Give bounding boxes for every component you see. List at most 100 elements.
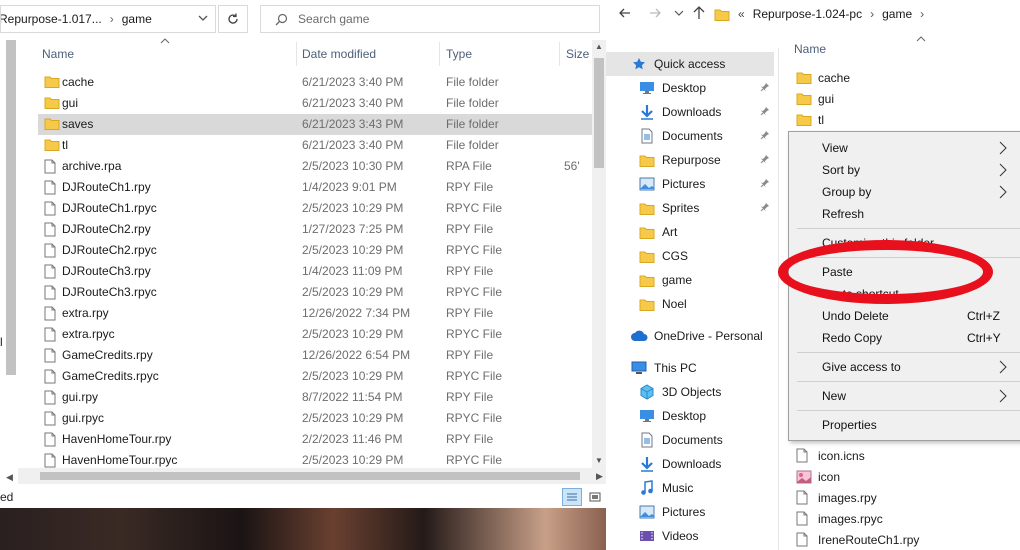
nav-item[interactable]: Documents [606, 428, 774, 452]
file-row[interactable]: icon [796, 466, 840, 487]
nav-item[interactable]: 3D Objects [606, 380, 774, 404]
nav-item[interactable]: CGS [606, 244, 774, 268]
file-row[interactable]: DJRouteCh3.rpy 1/4/2023 11:09 PM RPY File [38, 261, 593, 282]
file-icon [796, 490, 812, 506]
forward-button[interactable] [648, 6, 662, 20]
file-date: 6/21/2023 3:40 PM [302, 75, 404, 89]
nav-pane-divider[interactable] [778, 48, 779, 550]
left-scroll-thumb[interactable] [6, 40, 16, 375]
column-header-name[interactable]: Name [42, 44, 74, 64]
file-row[interactable]: DJRouteCh1.rpyc 2/5/2023 10:29 PM RPYC Fil… [38, 198, 593, 219]
chevron-down-icon[interactable] [197, 12, 209, 24]
menu-item-view[interactable]: View [789, 137, 1020, 159]
up-button[interactable] [692, 5, 706, 21]
nav-item[interactable]: Desktop [606, 404, 774, 428]
file-row[interactable]: cache 6/21/2023 3:40 PM File folder [38, 72, 593, 93]
file-row[interactable]: DJRouteCh2.rpyc 2/5/2023 10:29 PM RPYC Fil… [38, 240, 593, 261]
address-part-2[interactable]: game [122, 12, 152, 26]
column-divider[interactable] [439, 42, 440, 66]
file-row[interactable]: HavenHomeTour.rpy 2/2/2023 11:46 PM RPY Fi… [38, 429, 593, 450]
chevron-right-icon [999, 185, 1007, 199]
file-row[interactable]: extra.rpy 12/26/2022 7:34 PM RPY File [38, 303, 593, 324]
file-row[interactable]: images.rpy [796, 487, 877, 508]
nav-item[interactable]: Desktop [606, 76, 774, 100]
file-row[interactable]: DJRouteCh1.rpy 1/4/2023 9:01 PM RPY File [38, 177, 593, 198]
menu-item-properties[interactable]: Properties [789, 414, 1020, 436]
menu-shortcut: Ctrl+Z [967, 309, 1000, 323]
file-row[interactable]: gui.rpyc 2/5/2023 10:29 PM RPYC File [38, 408, 593, 429]
file-row[interactable]: icon.icns [796, 445, 865, 466]
scroll-down-arrow[interactable]: ▼ [595, 456, 603, 465]
breadcrumb-item[interactable]: Repurpose-1.024-pc [753, 7, 862, 21]
file-row[interactable]: gui [796, 88, 834, 109]
search-box[interactable]: Search game [260, 5, 600, 33]
file-row[interactable]: saves 6/21/2023 3:43 PM File folder [38, 114, 593, 135]
nav-item[interactable]: Art [606, 220, 774, 244]
file-row[interactable]: DJRouteCh2.rpy 1/27/2023 7:25 PM RPY File [38, 219, 593, 240]
file-row[interactable]: IreneRouteCh1.rpy [796, 529, 919, 550]
file-type: File folder [446, 96, 499, 110]
file-row[interactable]: tl 6/21/2023 3:40 PM File folder [38, 135, 593, 156]
nav-item[interactable]: Repurpose [606, 148, 774, 172]
menu-item-redo-copy[interactable]: Redo Copy Ctrl+Y [789, 327, 1020, 349]
column-divider[interactable] [559, 42, 560, 66]
address-bar[interactable]: Repurpose-1.017... › game [0, 5, 216, 33]
menu-item-undo-delete[interactable]: Undo Delete Ctrl+Z [789, 305, 1020, 327]
file-row[interactable]: tl [796, 109, 824, 130]
file-name: saves [62, 117, 94, 131]
file-row[interactable]: gui.rpy 8/7/2022 11:54 PM RPY File [38, 387, 593, 408]
address-part-1[interactable]: Repurpose-1.017... [1, 12, 102, 26]
scroll-left-arrow[interactable]: ◀ [6, 472, 13, 483]
breadcrumb-separator[interactable]: › [920, 7, 924, 21]
file-row[interactable]: cache [796, 67, 850, 88]
nav-item[interactable]: Downloads [606, 452, 774, 476]
column-header-name[interactable]: Name [794, 42, 826, 56]
refresh-button[interactable] [218, 5, 248, 33]
column-divider[interactable] [296, 42, 297, 66]
breadcrumb-overflow[interactable]: « [738, 7, 745, 21]
nav-item[interactable]: Downloads [606, 100, 774, 124]
breadcrumb-item[interactable]: game [882, 7, 912, 21]
menu-item-new[interactable]: New [789, 385, 1020, 407]
nav-item[interactable]: Videos [606, 524, 774, 548]
nav-item[interactable]: game [606, 268, 774, 292]
file-row[interactable]: extra.rpyc 2/5/2023 10:29 PM RPYC File [38, 324, 593, 345]
breadcrumb-separator[interactable]: › [870, 7, 874, 21]
file-row[interactable]: DJRouteCh3.rpyc 2/5/2023 10:29 PM RPYC Fil… [38, 282, 593, 303]
column-header-type[interactable]: Type [446, 44, 472, 64]
vertical-scroll-thumb[interactable] [594, 58, 604, 168]
file-row[interactable]: gui 6/21/2023 3:40 PM File folder [38, 93, 593, 114]
menu-item-group-by[interactable]: Group by [789, 181, 1020, 203]
column-header-size[interactable]: Size [566, 44, 589, 64]
nav-item[interactable]: Music [606, 476, 774, 500]
recent-locations-button[interactable] [674, 9, 684, 17]
menu-label: Properties [822, 418, 877, 432]
file-size [564, 282, 594, 303]
file-date: 6/21/2023 3:40 PM [302, 138, 404, 152]
nav-item[interactable]: OneDrive - Personal [606, 324, 774, 348]
menu-item-sort-by[interactable]: Sort by [789, 159, 1020, 181]
back-button[interactable] [618, 6, 632, 20]
file-size [564, 177, 594, 198]
horizontal-scroll-thumb[interactable] [40, 472, 580, 480]
nav-item[interactable]: Noel [606, 292, 774, 316]
nav-item[interactable]: Sprites [606, 196, 774, 220]
breadcrumb[interactable]: « Repurpose-1.024-pc › game › [714, 0, 932, 28]
column-header-date[interactable]: Date modified [302, 44, 376, 64]
file-row[interactable]: GameCredits.rpyc 2/5/2023 10:29 PM RPYC Fi… [38, 366, 593, 387]
menu-item-give-access[interactable]: Give access to [789, 356, 1020, 378]
nav-item[interactable]: Documents [606, 124, 774, 148]
nav-item[interactable]: This PC [606, 356, 774, 380]
scroll-up-arrow[interactable]: ▲ [595, 42, 603, 51]
file-row[interactable]: images.rpyc [796, 508, 883, 529]
nav-item[interactable]: Pictures [606, 172, 774, 196]
file-row[interactable]: archive.rpa 2/5/2023 10:30 PM RPA File 56' [38, 156, 593, 177]
menu-item-refresh[interactable]: Refresh [789, 203, 1020, 225]
scroll-right-arrow[interactable]: ▶ [596, 471, 603, 482]
details-view-button[interactable] [562, 488, 582, 506]
large-icons-view-button[interactable] [586, 488, 604, 506]
nav-item[interactable]: Pictures [606, 500, 774, 524]
file-row[interactable]: GameCredits.rpy 12/26/2022 6:54 PM RPY Fil… [38, 345, 593, 366]
file-size [564, 324, 594, 345]
nav-item[interactable]: Quick access [606, 52, 774, 76]
